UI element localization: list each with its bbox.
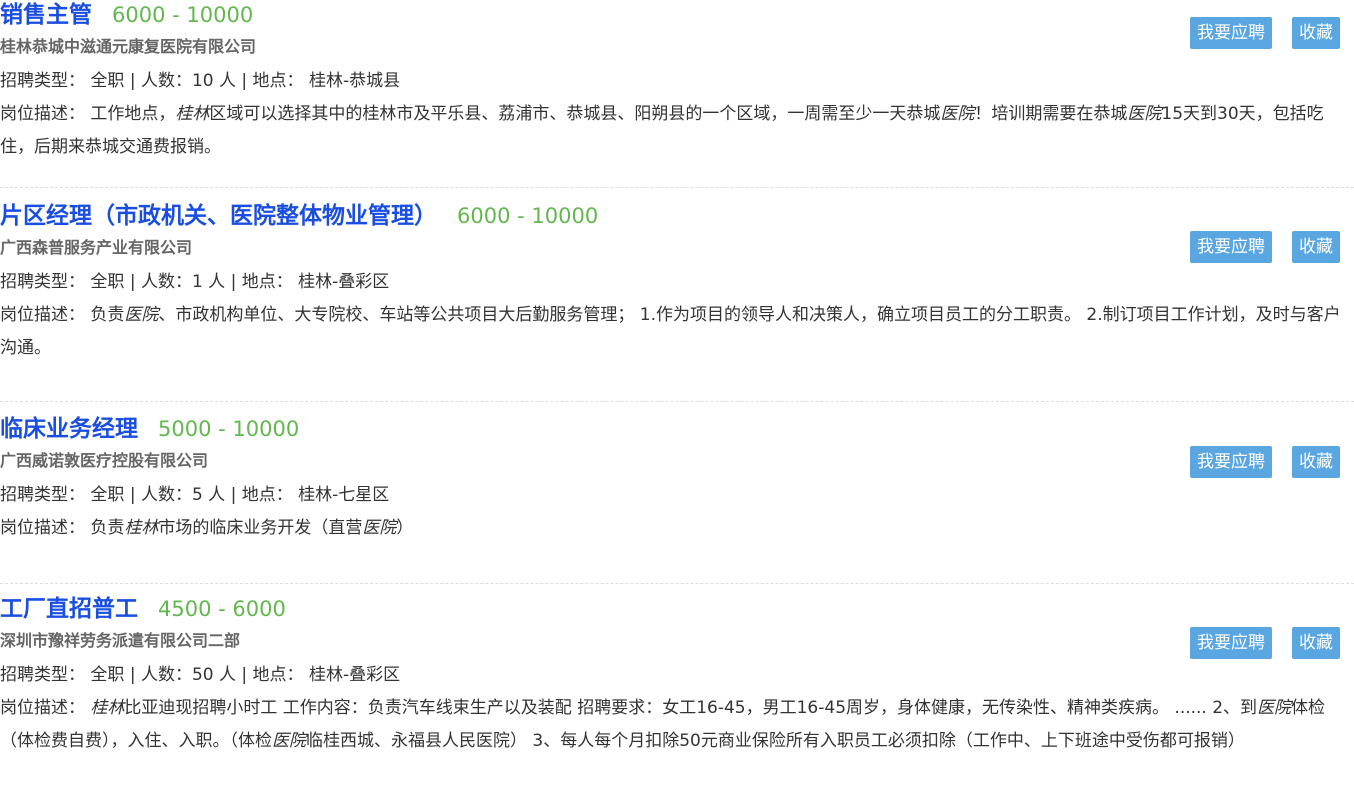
- desc-text: 市场的临床业务开发（直营: [158, 518, 363, 538]
- job-header: 临床业务经理 5000 - 10000: [0, 414, 1154, 444]
- desc-keyword: 医院: [1127, 104, 1162, 124]
- desc-keyword: 医院: [940, 104, 975, 124]
- desc-keyword: 医院: [1257, 698, 1292, 718]
- job-title-link[interactable]: 临床业务经理: [0, 414, 138, 444]
- apply-button[interactable]: 我要应聘: [1190, 627, 1272, 659]
- desc-keyword: 医院: [124, 305, 159, 325]
- separator: |: [129, 272, 136, 292]
- job-location: 桂林-叠彩区: [298, 272, 390, 292]
- job-title-link[interactable]: 销售主管: [0, 0, 92, 30]
- salary-range: 6000 - 10000: [112, 3, 254, 27]
- desc-keyword: 医院: [362, 518, 397, 538]
- desc-keyword: 医院: [272, 731, 306, 751]
- job-actions: 我要应聘 收藏: [1190, 627, 1340, 659]
- location-label: 地点：: [252, 665, 304, 685]
- favorite-button[interactable]: 收藏: [1292, 627, 1340, 659]
- job-title-link[interactable]: 片区经理（市政机关、医院整体物业管理）: [0, 201, 437, 231]
- company-name: 广西森普服务产业有限公司: [0, 238, 193, 257]
- job-meta: 招聘类型： 全职 | 人数：1 人 | 地点： 桂林-叠彩区: [0, 265, 1154, 299]
- desc-label: 岗位描述：: [0, 305, 85, 325]
- headcount: 50 人: [191, 665, 236, 685]
- job-location: 桂林-叠彩区: [308, 665, 401, 685]
- headcount: 10 人: [191, 71, 236, 91]
- job-card: 片区经理（市政机关、医院整体物业管理） 6000 - 10000 广西森普服务产…: [0, 188, 1354, 402]
- headcount: 5 人: [191, 485, 226, 505]
- count-label: 人数：: [140, 665, 192, 685]
- separator: |: [230, 485, 237, 505]
- count-label: 人数：: [140, 485, 192, 505]
- job-card: 临床业务经理 5000 - 10000 广西威诺敦医疗控股有限公司 招聘类型： …: [0, 402, 1354, 584]
- desc-text: ！培训期需要在恭城: [974, 104, 1128, 124]
- job-description: 岗位描述： 桂林比亚迪现招聘小时工 工作内容：负责汽车线束生产以及装配 招聘要求…: [0, 692, 1350, 758]
- separator: |: [129, 71, 136, 91]
- job-type: 全职: [90, 665, 125, 685]
- desc-text: 工作地点，: [90, 104, 176, 124]
- job-type: 全职: [90, 272, 125, 292]
- desc-text: 区域可以选择其中的桂林市及平乐县、荔浦市、恭城县、阳朔县的一个区域，一周需至少一…: [209, 104, 941, 124]
- separator: |: [230, 272, 237, 292]
- salary-range: 5000 - 10000: [158, 417, 300, 441]
- desc-keyword: 桂林: [175, 104, 210, 124]
- job-location: 桂林-恭城县: [308, 71, 401, 91]
- desc-text: 比亚迪现招聘小时工 工作内容：负责汽车线束生产以及装配 招聘要求：女工16-45…: [124, 698, 1258, 718]
- desc-text: 、市政机构单位、大专院校、车站等公共项目大后勤服务管理； 1.作为项目的领导人和…: [0, 305, 1341, 358]
- job-description: 岗位描述： 负责桂林市场的临床业务开发（直营医院）: [0, 512, 1350, 545]
- desc-text: 负责: [90, 518, 125, 538]
- type-label: 招聘类型：: [0, 71, 85, 91]
- apply-button[interactable]: 我要应聘: [1190, 17, 1272, 49]
- job-actions: 我要应聘 收藏: [1190, 446, 1340, 478]
- job-header: 片区经理（市政机关、医院整体物业管理） 6000 - 10000: [0, 201, 1154, 231]
- separator: |: [241, 665, 248, 685]
- desc-text: 负责: [90, 305, 125, 325]
- job-header: 工厂直招普工 4500 - 6000: [0, 594, 1154, 624]
- favorite-button[interactable]: 收藏: [1292, 446, 1340, 478]
- favorite-button[interactable]: 收藏: [1292, 17, 1340, 49]
- apply-button[interactable]: 我要应聘: [1190, 231, 1272, 263]
- headcount: 1 人: [191, 272, 226, 292]
- company-name: 广西威诺敦医疗控股有限公司: [0, 451, 209, 470]
- job-description: 岗位描述： 工作地点，桂林区域可以选择其中的桂林市及平乐县、荔浦市、恭城县、阳朔…: [0, 98, 1350, 164]
- job-actions: 我要应聘 收藏: [1190, 231, 1340, 263]
- type-label: 招聘类型：: [0, 485, 85, 505]
- job-description: 岗位描述： 负责医院、市政机构单位、大专院校、车站等公共项目大后勤服务管理； 1…: [0, 299, 1350, 365]
- type-label: 招聘类型：: [0, 272, 85, 292]
- salary-range: 4500 - 6000: [158, 597, 286, 621]
- job-location: 桂林-七星区: [298, 485, 390, 505]
- separator: |: [129, 485, 136, 505]
- desc-label: 岗位描述：: [0, 518, 85, 538]
- job-card: 工厂直招普工 4500 - 6000 深圳市豫祥劳务派遣有限公司二部 招聘类型：…: [0, 584, 1354, 805]
- count-label: 人数：: [140, 71, 192, 91]
- job-actions: 我要应聘 收藏: [1190, 17, 1340, 49]
- job-meta: 招聘类型： 全职 | 人数：10 人 | 地点： 桂林-恭城县: [0, 64, 1154, 98]
- job-header: 销售主管 6000 - 10000: [0, 0, 1154, 30]
- job-meta: 招聘类型： 全职 | 人数：50 人 | 地点： 桂林-叠彩区: [0, 658, 1154, 692]
- company-name: 深圳市豫祥劳务派遣有限公司二部: [0, 631, 241, 650]
- desc-text: ）: [396, 518, 414, 538]
- desc-label: 岗位描述：: [0, 698, 85, 718]
- job-list: 销售主管 6000 - 10000 桂林恭城中滋通元康复医院有限公司 招聘类型：…: [0, 0, 1354, 805]
- separator: |: [129, 665, 136, 685]
- count-label: 人数：: [140, 272, 192, 292]
- desc-keyword: 桂林: [124, 518, 159, 538]
- job-card: 销售主管 6000 - 10000 桂林恭城中滋通元康复医院有限公司 招聘类型：…: [0, 0, 1354, 188]
- separator: |: [241, 71, 248, 91]
- location-label: 地点：: [252, 71, 304, 91]
- location-label: 地点：: [241, 272, 293, 292]
- desc-label: 岗位描述：: [0, 104, 85, 124]
- location-label: 地点：: [241, 485, 293, 505]
- salary-range: 6000 - 10000: [457, 204, 599, 228]
- apply-button[interactable]: 我要应聘: [1190, 446, 1272, 478]
- job-meta: 招聘类型： 全职 | 人数：5 人 | 地点： 桂林-七星区: [0, 478, 1154, 512]
- favorite-button[interactable]: 收藏: [1292, 231, 1340, 263]
- desc-text: 临桂西城、永福县人民医院） 3、每人每个月扣除50元商业保险所有入职员工必须扣除…: [306, 731, 1245, 751]
- job-type: 全职: [90, 485, 125, 505]
- company-name: 桂林恭城中滋通元康复医院有限公司: [0, 37, 257, 56]
- desc-keyword: 桂林: [90, 698, 125, 718]
- job-title-link[interactable]: 工厂直招普工: [0, 594, 138, 624]
- type-label: 招聘类型：: [0, 665, 85, 685]
- job-type: 全职: [90, 71, 125, 91]
